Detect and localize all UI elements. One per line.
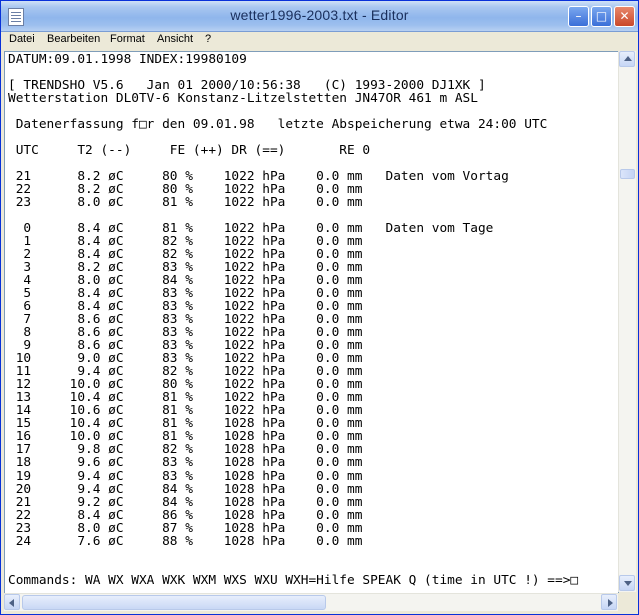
text-line: 22 8.4 øC 86 % 1028 hPa 0.0 mm bbox=[8, 507, 363, 523]
text-editor-area[interactable]: DATUM:09.01.1998 INDEX:19980109[ TRENDSH… bbox=[4, 51, 619, 594]
vertical-scrollbar[interactable] bbox=[618, 51, 636, 592]
arrow-left-icon bbox=[9, 599, 14, 607]
title-bar[interactable]: wetter1996-2003.txt - Editor – □ ✕ bbox=[1, 1, 638, 32]
arrow-up-icon bbox=[624, 56, 632, 61]
minimize-button[interactable]: – bbox=[568, 6, 589, 27]
arrow-down-icon bbox=[624, 581, 632, 586]
scroll-right-button[interactable] bbox=[601, 594, 617, 610]
text-line: DATUM:09.01.1998 INDEX:19980109 bbox=[8, 52, 247, 67]
text-line bbox=[8, 561, 578, 574]
text-line: 24 7.6 øC 88 % 1028 hPa 0.0 mm bbox=[8, 533, 363, 549]
arrow-right-icon bbox=[608, 599, 613, 607]
document-text: DATUM:09.01.1998 INDEX:19980109[ TRENDSH… bbox=[8, 53, 578, 587]
menu-format[interactable]: Format bbox=[110, 33, 145, 45]
scroll-left-button[interactable] bbox=[4, 594, 20, 610]
resize-grip[interactable] bbox=[618, 593, 635, 610]
menu-bar: Datei Bearbeiten Format Ansicht ? bbox=[1, 32, 638, 50]
menu-ansicht[interactable]: Ansicht bbox=[157, 33, 193, 45]
scroll-up-button[interactable] bbox=[619, 51, 635, 67]
vertical-scroll-thumb[interactable] bbox=[620, 169, 635, 179]
notepad-window: wetter1996-2003.txt - Editor – □ ✕ Datei… bbox=[0, 0, 639, 615]
menu-datei[interactable]: Datei bbox=[9, 33, 35, 45]
text-line: Wetterstation DL0TV-6 Konstanz-Litzelste… bbox=[8, 91, 478, 107]
window-title: wetter1996-2003.txt - Editor bbox=[230, 7, 409, 23]
text-line: 18 9.6 øC 83 % 1028 hPa 0.0 mm bbox=[8, 455, 363, 471]
text-line: 23 8.0 øC 87 % 1028 hPa 0.0 mm bbox=[8, 520, 363, 536]
text-line: Datenerfassung f□r den 09.01.98 letzte A… bbox=[8, 117, 548, 133]
close-button[interactable]: ✕ bbox=[614, 6, 635, 27]
horizontal-scroll-thumb[interactable] bbox=[22, 595, 326, 610]
text-line: 21 9.2 øC 84 % 1028 hPa 0.0 mm bbox=[8, 494, 363, 510]
scroll-down-button[interactable] bbox=[619, 575, 635, 591]
text-line: 20 9.4 øC 84 % 1028 hPa 0.0 mm bbox=[8, 481, 363, 497]
text-line bbox=[8, 548, 578, 561]
text-line: 19 9.4 øC 83 % 1028 hPa 0.0 mm bbox=[8, 468, 363, 484]
maximize-button[interactable]: □ bbox=[591, 6, 612, 27]
horizontal-scrollbar[interactable] bbox=[4, 593, 618, 611]
text-line: UTC T2 (--) FE (++) DR (==) RE 0 bbox=[8, 143, 371, 159]
text-line: 23 8.0 øC 81 % 1022 hPa 0.0 mm bbox=[8, 195, 363, 211]
menu-help[interactable]: ? bbox=[205, 33, 211, 45]
menu-bearbeiten[interactable]: Bearbeiten bbox=[47, 33, 100, 45]
text-line: Commands: WA WX WXA WXK WXM WXS WXU WXH=… bbox=[8, 572, 579, 588]
